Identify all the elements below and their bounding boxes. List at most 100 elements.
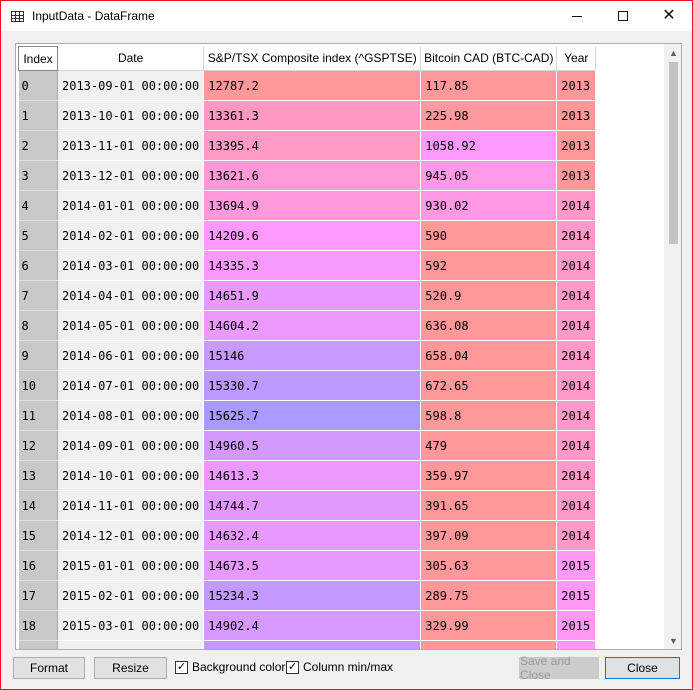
btc-cell[interactable]: 658.04 xyxy=(420,340,558,371)
table-row[interactable]: 5 2014-02-01 00:00:00 14209.6 590 2014 xyxy=(18,220,597,251)
scroll-down-icon[interactable]: ▼ xyxy=(665,632,681,649)
row-index-cell[interactable]: 9 xyxy=(18,340,58,371)
row-index-cell[interactable]: 3 xyxy=(18,160,58,191)
table-row[interactable]: 8 2014-05-01 00:00:00 14604.2 636.08 2014 xyxy=(18,310,597,341)
year-cell[interactable]: 2014 xyxy=(556,250,597,281)
tsx-cell[interactable]: 14744.7 xyxy=(203,490,422,521)
btc-cell[interactable]: 590 xyxy=(420,220,558,251)
table-row[interactable]: 18 2015-03-01 00:00:00 14902.4 329.99 2015 xyxy=(18,610,597,641)
tsx-cell[interactable]: 14209.6 xyxy=(203,220,422,251)
row-index-cell[interactable]: 10 xyxy=(18,370,58,401)
year-cell[interactable]: 2014 xyxy=(556,340,597,371)
scrollbar-thumb[interactable] xyxy=(669,62,678,244)
row-index-cell[interactable]: 7 xyxy=(18,280,58,311)
row-index-cell[interactable]: 11 xyxy=(18,400,58,431)
year-cell[interactable]: 2014 xyxy=(556,190,597,221)
btc-cell[interactable]: 329.99 xyxy=(420,610,558,641)
tsx-cell[interactable]: 14902.4 xyxy=(203,610,422,641)
date-cell[interactable]: 2013-11-01 00:00:00 xyxy=(57,130,205,161)
row-index-cell[interactable]: 8 xyxy=(18,310,58,341)
background-color-checkbox[interactable]: ✓ Background color xyxy=(175,660,285,674)
date-cell[interactable]: 2015-01-01 00:00:00 xyxy=(57,550,205,581)
btc-cell[interactable]: 330.60 xyxy=(420,640,558,649)
column-header-index[interactable]: Index xyxy=(18,46,58,71)
year-cell[interactable]: 2014 xyxy=(556,490,597,521)
save-and-close-button[interactable]: Save and Close xyxy=(519,654,599,682)
row-index-cell[interactable]: 19 xyxy=(18,640,58,649)
btc-cell[interactable]: 945.05 xyxy=(420,160,558,191)
tsx-cell[interactable]: 14335.3 xyxy=(203,250,422,281)
dataframe-grid[interactable]: Index Date S&P/TSX Composite index (^GSP… xyxy=(18,46,597,649)
row-index-cell[interactable]: 5 xyxy=(18,220,58,251)
date-cell[interactable]: 2015-04-01 00:00:00 xyxy=(57,640,205,649)
date-cell[interactable]: 2015-02-01 00:00:00 xyxy=(57,580,205,611)
row-index-cell[interactable]: 17 xyxy=(18,580,58,611)
date-cell[interactable]: 2013-09-01 00:00:00 xyxy=(57,70,205,101)
maximize-button[interactable] xyxy=(600,1,646,31)
dataframe-table-view[interactable]: Index Date S&P/TSX Composite index (^GSP… xyxy=(15,43,682,650)
column-minmax-checkbox[interactable]: ✓ Column min/max xyxy=(286,660,393,674)
row-index-cell[interactable]: 16 xyxy=(18,550,58,581)
btc-cell[interactable]: 592 xyxy=(420,250,558,281)
table-row[interactable]: 3 2013-12-01 00:00:00 13621.6 945.05 2013 xyxy=(18,160,597,191)
tsx-cell[interactable]: 15146 xyxy=(203,340,422,371)
tsx-cell[interactable]: 15224.5 xyxy=(203,640,422,649)
table-row[interactable]: 11 2014-08-01 00:00:00 15625.7 598.8 2014 xyxy=(18,400,597,431)
btc-cell[interactable]: 359.97 xyxy=(420,460,558,491)
btc-cell[interactable]: 520.9 xyxy=(420,280,558,311)
tsx-cell[interactable]: 13361.3 xyxy=(203,100,422,131)
tsx-cell[interactable]: 14604.2 xyxy=(203,310,422,341)
year-cell[interactable]: 2014 xyxy=(556,430,597,461)
date-cell[interactable]: 2014-09-01 00:00:00 xyxy=(57,430,205,461)
year-cell[interactable]: 2015 xyxy=(556,580,597,611)
btc-cell[interactable]: 397.09 xyxy=(420,520,558,551)
tsx-cell[interactable]: 14613.3 xyxy=(203,460,422,491)
btc-cell[interactable]: 225.98 xyxy=(420,100,558,131)
table-row[interactable]: 10 2014-07-01 00:00:00 15330.7 672.65 2014 xyxy=(18,370,597,401)
minimize-button[interactable] xyxy=(554,1,600,31)
date-cell[interactable]: 2014-12-01 00:00:00 xyxy=(57,520,205,551)
table-row[interactable]: 17 2015-02-01 00:00:00 15234.3 289.75 2015 xyxy=(18,580,597,611)
btc-cell[interactable]: 636.08 xyxy=(420,310,558,341)
year-cell[interactable]: 2015 xyxy=(556,610,597,641)
row-index-cell[interactable]: 18 xyxy=(18,610,58,641)
table-row[interactable]: 13 2014-10-01 00:00:00 14613.3 359.97 2014 xyxy=(18,460,597,491)
btc-cell[interactable]: 598.8 xyxy=(420,400,558,431)
table-row[interactable]: 4 2014-01-01 00:00:00 13694.9 930.02 2014 xyxy=(18,190,597,221)
resize-button[interactable]: Resize xyxy=(94,657,167,679)
year-cell[interactable]: 2014 xyxy=(556,280,597,311)
table-row[interactable]: 16 2015-01-01 00:00:00 14673.5 305.63 2015 xyxy=(18,550,597,581)
year-cell[interactable]: 2014 xyxy=(556,370,597,401)
tsx-cell[interactable]: 13621.6 xyxy=(203,160,422,191)
year-cell[interactable]: 2014 xyxy=(556,400,597,431)
btc-cell[interactable]: 1058.92 xyxy=(420,130,558,161)
year-cell[interactable]: 2013 xyxy=(556,160,597,191)
tsx-cell[interactable]: 15625.7 xyxy=(203,400,422,431)
year-cell[interactable]: 2013 xyxy=(556,100,597,131)
date-cell[interactable]: 2014-07-01 00:00:00 xyxy=(57,370,205,401)
btc-cell[interactable]: 930.02 xyxy=(420,190,558,221)
column-header-btc[interactable]: Bitcoin CAD (BTC-CAD) xyxy=(420,46,558,71)
close-button[interactable]: Close xyxy=(605,657,680,679)
row-index-cell[interactable]: 6 xyxy=(18,250,58,281)
table-row[interactable]: 7 2014-04-01 00:00:00 14651.9 520.9 2014 xyxy=(18,280,597,311)
date-cell[interactable]: 2014-11-01 00:00:00 xyxy=(57,490,205,521)
btc-cell[interactable]: 672.65 xyxy=(420,370,558,401)
year-cell[interactable]: 2015 xyxy=(556,550,597,581)
row-index-cell[interactable]: 15 xyxy=(18,520,58,551)
table-row[interactable]: 192015-04-01 00:00:0015224.5330.602015 xyxy=(18,640,597,649)
date-cell[interactable]: 2013-10-01 00:00:00 xyxy=(57,100,205,131)
year-cell[interactable]: 2015 xyxy=(556,640,597,649)
tsx-cell[interactable]: 13694.9 xyxy=(203,190,422,221)
tsx-cell[interactable]: 15234.3 xyxy=(203,580,422,611)
row-index-cell[interactable]: 1 xyxy=(18,100,58,131)
date-cell[interactable]: 2014-02-01 00:00:00 xyxy=(57,220,205,251)
format-button[interactable]: Format xyxy=(13,657,85,679)
year-cell[interactable]: 2013 xyxy=(556,130,597,161)
scroll-up-icon[interactable]: ▲ xyxy=(665,44,681,61)
table-row[interactable]: 9 2014-06-01 00:00:00 15146 658.04 2014 xyxy=(18,340,597,371)
vertical-scrollbar[interactable]: ▲ ▼ xyxy=(664,44,681,649)
date-cell[interactable]: 2014-05-01 00:00:00 xyxy=(57,310,205,341)
tsx-cell[interactable]: 14960.5 xyxy=(203,430,422,461)
column-header-date[interactable]: Date xyxy=(57,46,205,71)
